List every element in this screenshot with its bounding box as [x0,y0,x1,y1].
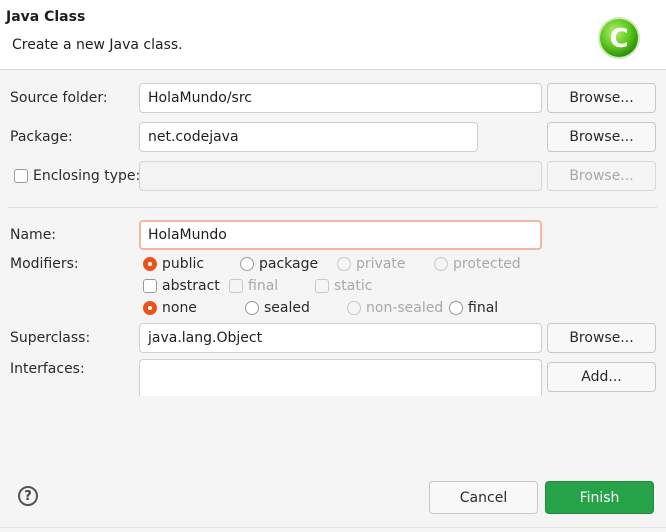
interfaces-list[interactable] [139,359,542,396]
source-folder-browse-button[interactable]: Browse... [547,83,656,113]
finish-button[interactable]: Finish [545,481,654,514]
sealing-final-radio[interactable]: final [449,300,498,316]
enclosing-type-browse-button[interactable]: Browse... [547,161,656,191]
source-folder-label: Source folder: [10,90,108,106]
radio-indicator[interactable] [143,257,157,271]
package-label: Package: [10,129,73,145]
sealing-none-radio[interactable]: none [143,300,197,316]
dialog-title: Java Class [6,9,86,25]
cancel-button[interactable]: Cancel [429,481,538,514]
modifier-public-label: public [162,256,205,272]
radio-indicator[interactable] [240,257,254,271]
sealing-none-label: none [162,300,197,316]
superclass-label: Superclass: [10,330,91,346]
modifiers-label: Modifiers: [10,256,79,272]
sealing-sealed-radio[interactable]: sealed [245,300,310,316]
modifier-protected-label: protected [453,256,521,272]
modifier-package-label: package [259,256,319,272]
modifier-static-checkbox[interactable]: static [315,278,372,294]
package-input[interactable]: net.codejava [139,122,478,152]
logo-letter: C [609,24,628,54]
sealing-non-sealed-label: non-sealed [366,300,444,316]
class-name-input[interactable]: HolaMundo [139,220,542,250]
radio-indicator[interactable] [143,301,157,315]
modifier-static-label: static [334,278,373,294]
help-icon[interactable]: ? [18,486,38,506]
modifier-abstract-label: abstract [162,278,220,294]
checkbox-indicator[interactable] [143,279,157,293]
footer-divider [0,527,666,528]
checkbox-indicator[interactable] [229,279,243,293]
enclosing-type-label: Enclosing type: [33,168,141,184]
sealing-non-sealed-radio[interactable]: non-sealed [347,300,443,316]
sealing-sealed-label: sealed [264,300,310,316]
name-label: Name: [10,227,57,243]
modifier-package-radio[interactable]: package [240,256,318,272]
checkbox-indicator[interactable] [315,279,329,293]
source-folder-input[interactable]: HolaMundo/src [139,83,542,113]
enclosing-type-checkbox-box[interactable] [14,169,28,183]
package-browse-button[interactable]: Browse... [547,122,656,152]
interfaces-add-button[interactable]: Add... [547,362,656,392]
superclass-browse-button[interactable]: Browse... [547,323,656,353]
radio-indicator[interactable] [449,301,463,315]
superclass-input[interactable]: java.lang.Object [139,323,542,353]
radio-indicator[interactable] [245,301,259,315]
sealing-final-label: final [468,300,499,316]
enclosing-type-input[interactable] [139,161,542,191]
section-separator [8,207,657,208]
radio-indicator[interactable] [347,301,361,315]
modifier-protected-radio[interactable]: protected [434,256,521,272]
modifier-final-label: final [248,278,279,294]
interfaces-label: Interfaces: [10,361,85,377]
dialog-header: Java Class Create a new Java class. C [0,0,666,70]
java-class-logo-icon: C [598,17,640,59]
radio-indicator[interactable] [337,257,351,271]
modifier-abstract-checkbox[interactable]: abstract [143,278,220,294]
enclosing-type-checkbox[interactable]: Enclosing type: [14,168,140,184]
modifier-private-label: private [356,256,406,272]
dialog-subtitle: Create a new Java class. [12,37,183,53]
modifier-public-radio[interactable]: public [143,256,204,272]
modifier-private-radio[interactable]: private [337,256,406,272]
radio-indicator[interactable] [434,257,448,271]
modifier-final-checkbox[interactable]: final [229,278,278,294]
